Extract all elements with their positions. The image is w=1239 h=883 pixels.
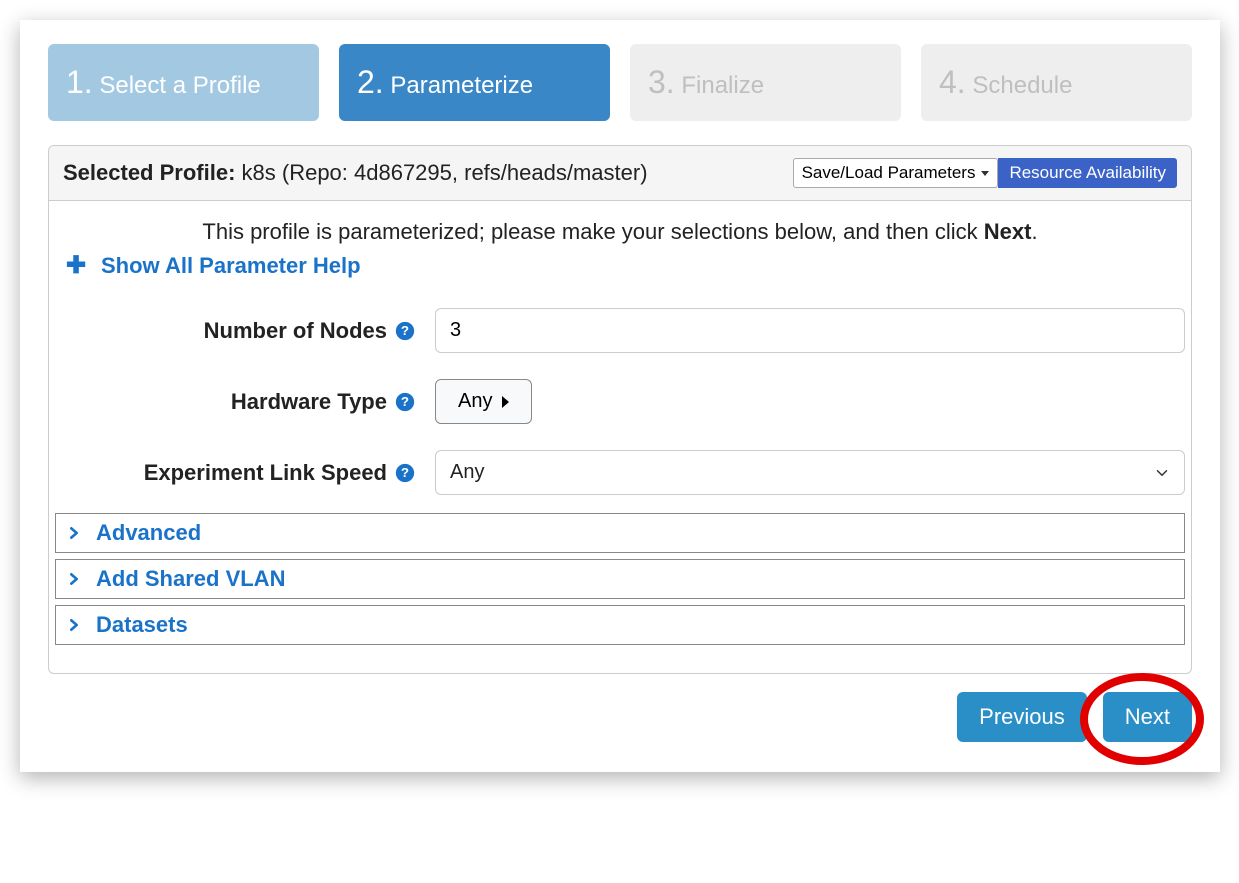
group-add-shared-vlan[interactable]: Add Shared VLAN — [55, 559, 1185, 599]
intro-text: This profile is parameterized; please ma… — [55, 219, 1185, 245]
label-text: Hardware Type — [231, 389, 387, 415]
link-speed-select[interactable]: Any — [435, 450, 1185, 495]
label-number-of-nodes: Number of Nodes ? — [55, 318, 415, 344]
previous-button[interactable]: Previous — [957, 692, 1087, 742]
chevron-right-icon — [66, 617, 82, 633]
intro-c: . — [1031, 219, 1037, 244]
hardware-type-dropdown[interactable]: Any — [435, 379, 532, 424]
wizard-button-row: Previous Next — [48, 692, 1192, 742]
row-link-speed: Experiment Link Speed ? Any — [55, 450, 1185, 495]
svg-text:?: ? — [401, 394, 409, 409]
chevron-right-icon — [66, 571, 82, 587]
selected-profile: Selected Profile: k8s (Repo: 4d867295, r… — [63, 160, 648, 186]
step-schedule: 4. Schedule — [921, 44, 1192, 121]
group-label: Add Shared VLAN — [96, 566, 285, 592]
step-parameterize[interactable]: 2. Parameterize — [339, 44, 610, 121]
row-hardware-type: Hardware Type ? Any — [55, 379, 1185, 424]
parameter-panel: Selected Profile: k8s (Repo: 4d867295, r… — [48, 145, 1192, 674]
help-icon[interactable]: ? — [395, 392, 415, 412]
save-load-label: Save/Load Parameters — [802, 163, 976, 183]
svg-text:?: ? — [401, 323, 409, 338]
save-load-parameters-button[interactable]: Save/Load Parameters — [793, 158, 999, 188]
label-text: Experiment Link Speed — [144, 460, 387, 486]
step-label: Parameterize — [390, 72, 533, 99]
step-number: 2. — [357, 64, 384, 100]
resource-availability-button[interactable]: Resource Availability — [998, 158, 1177, 188]
show-all-parameter-help[interactable]: ✚ Show All Parameter Help — [55, 249, 1185, 300]
label-hardware-type: Hardware Type ? — [55, 389, 415, 415]
label-text: Number of Nodes — [204, 318, 387, 344]
panel-header: Selected Profile: k8s (Repo: 4d867295, r… — [49, 146, 1191, 201]
caret-down-icon — [981, 171, 989, 176]
help-icon[interactable]: ? — [395, 321, 415, 341]
next-button-highlight: Next — [1103, 692, 1192, 742]
help-icon[interactable]: ? — [395, 463, 415, 483]
intro-next-word: Next — [984, 219, 1032, 244]
panel-body: This profile is parameterized; please ma… — [49, 201, 1191, 673]
link-speed-select-wrap: Any — [435, 450, 1185, 495]
step-label: Schedule — [972, 72, 1072, 99]
step-select-profile[interactable]: 1. Select a Profile — [48, 44, 319, 121]
next-button[interactable]: Next — [1103, 692, 1192, 742]
number-of-nodes-input[interactable] — [435, 308, 1185, 353]
step-finalize: 3. Finalize — [630, 44, 901, 121]
hardware-type-value: Any — [458, 390, 492, 413]
group-advanced[interactable]: Advanced — [55, 513, 1185, 553]
step-number: 4. — [939, 64, 966, 100]
plus-icon: ✚ — [65, 251, 87, 280]
svg-text:?: ? — [401, 465, 409, 480]
step-number: 1. — [66, 64, 93, 100]
group-datasets[interactable]: Datasets — [55, 605, 1185, 645]
show-help-label: Show All Parameter Help — [101, 253, 361, 279]
wizard-page: 1. Select a Profile 2. Parameterize 3. F… — [20, 20, 1220, 772]
step-label: Select a Profile — [99, 72, 260, 99]
triangle-right-icon — [502, 396, 509, 408]
link-speed-value: Any — [450, 461, 484, 483]
group-label: Advanced — [96, 520, 201, 546]
chevron-right-icon — [66, 525, 82, 541]
selected-profile-label: Selected Profile: — [63, 160, 235, 185]
step-label: Finalize — [681, 72, 764, 99]
group-label: Datasets — [96, 612, 188, 638]
row-number-of-nodes: Number of Nodes ? — [55, 308, 1185, 353]
selected-profile-value: k8s (Repo: 4d867295, refs/heads/master) — [242, 160, 648, 185]
step-number: 3. — [648, 64, 675, 100]
wizard-steps: 1. Select a Profile 2. Parameterize 3. F… — [48, 44, 1192, 121]
label-link-speed: Experiment Link Speed ? — [55, 460, 415, 486]
intro-a: This profile is parameterized; please ma… — [202, 219, 983, 244]
